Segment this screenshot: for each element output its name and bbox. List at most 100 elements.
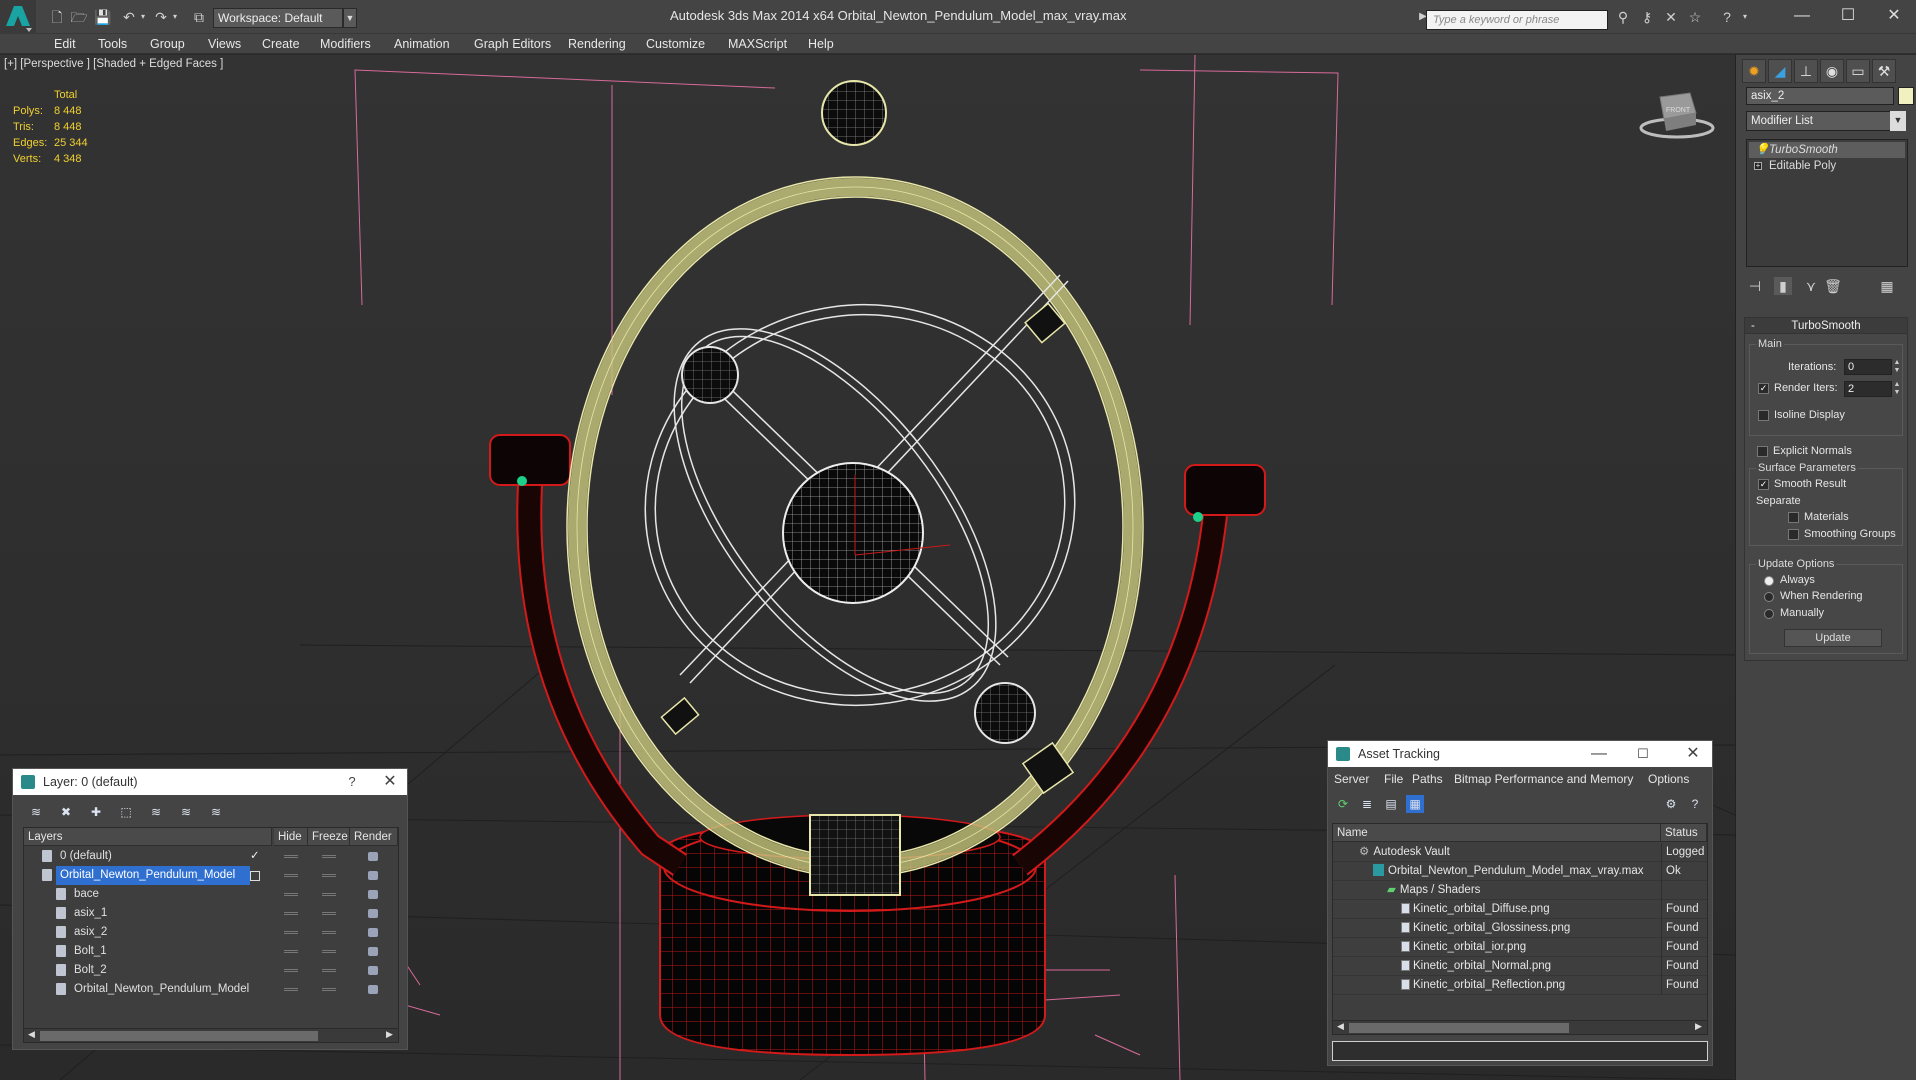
asset-row[interactable]: Kinetic_orbital_Glossiness.png Found — [1333, 919, 1707, 938]
layer-row[interactable]: 0 (default) ✓ — [24, 847, 398, 866]
render-iters-spinner[interactable]: 2 — [1844, 381, 1892, 397]
column-render[interactable]: Render — [350, 828, 398, 846]
refresh-icon[interactable]: ⟳ — [1334, 795, 1352, 813]
asset-row[interactable]: Kinetic_orbital_Reflection.png Found — [1333, 976, 1707, 995]
column-status[interactable]: Status — [1661, 824, 1707, 842]
column-layers[interactable]: Layers — [24, 828, 272, 846]
app-logo-button[interactable] — [0, 0, 36, 34]
binoculars-icon[interactable]: ⚲ — [1614, 8, 1632, 26]
render-teapot-icon[interactable] — [368, 966, 378, 975]
asset-row[interactable]: ⚙ Autodesk Vault Logged — [1333, 843, 1707, 862]
delete-layer-icon[interactable]: ✖ — [57, 803, 75, 821]
menu-rendering[interactable]: Rendering — [568, 37, 626, 51]
redo-dropdown-icon[interactable]: ▾ — [166, 8, 184, 26]
render-teapot-icon[interactable] — [368, 890, 378, 899]
show-end-result-icon[interactable]: ▮ — [1774, 277, 1792, 295]
render-teapot-icon[interactable] — [368, 928, 378, 937]
column-hide[interactable]: Hide — [274, 828, 308, 846]
close-icon[interactable]: ✕ — [1874, 4, 1914, 28]
column-name[interactable]: Name — [1333, 824, 1661, 842]
modify-tab-icon[interactable]: ◢ — [1768, 59, 1792, 83]
freeze-all-icon[interactable]: ≋ — [207, 803, 225, 821]
smooth-result-checkbox[interactable]: ✓ — [1758, 479, 1769, 490]
asset-window-titlebar[interactable]: Asset Tracking — ☐ ✕ — [1328, 741, 1712, 767]
save-file-icon[interactable]: 💾 — [94, 8, 112, 26]
freeze-toggle-icon[interactable] — [322, 950, 336, 953]
layer-name[interactable]: Bolt_2 — [70, 961, 111, 980]
new-layer-icon[interactable]: ≋ — [27, 803, 45, 821]
asset-row[interactable]: ▰ Maps / Shaders — [1333, 881, 1707, 900]
layer-row[interactable]: Bolt_2 — [24, 961, 398, 980]
minimize-icon[interactable]: — — [1782, 4, 1822, 28]
layer-name[interactable]: Orbital_Newton_Pendulum_Model — [70, 980, 253, 999]
explicit-normals-checkbox[interactable] — [1757, 446, 1768, 457]
scroll-right-icon[interactable]: ▶ — [386, 1029, 393, 1040]
menu-customize[interactable]: Customize — [646, 37, 705, 51]
scroll-left-icon[interactable]: ◀ — [1337, 1021, 1344, 1032]
expand-plus-icon[interactable]: + — [1754, 162, 1762, 170]
render-teapot-icon[interactable] — [368, 871, 378, 880]
new-file-icon[interactable]: 🗋 — [48, 8, 66, 26]
viewport-label-menu[interactable]: [+] [Perspective ] [Shaded + Edged Faces… — [4, 58, 223, 70]
menu-server[interactable]: Server — [1334, 772, 1369, 786]
column-freeze[interactable]: Freeze — [308, 828, 350, 846]
create-tab-icon[interactable]: ✹ — [1742, 59, 1766, 83]
manually-radio[interactable] — [1764, 609, 1774, 619]
key-icon[interactable]: ⚷ — [1638, 8, 1656, 26]
menu-paths[interactable]: Paths — [1412, 772, 1443, 786]
rollout-header[interactable]: - TurboSmooth — [1745, 318, 1907, 334]
stack-item-turbosmooth[interactable]: 💡 TurboSmooth — [1749, 142, 1905, 158]
display-tab-icon[interactable]: ▭ — [1846, 59, 1870, 83]
freeze-toggle-icon[interactable] — [322, 855, 336, 858]
minimize-icon[interactable]: — — [1584, 741, 1614, 767]
hide-toggle-icon[interactable] — [284, 893, 298, 896]
resolve-icon[interactable]: ⚙ — [1662, 795, 1680, 813]
freeze-toggle-icon[interactable] — [322, 874, 336, 877]
favorites-star-icon[interactable]: ☆ — [1686, 8, 1704, 26]
utilities-tab-icon[interactable]: ⚒ — [1872, 59, 1896, 83]
motion-tab-icon[interactable]: ◉ — [1820, 59, 1844, 83]
menu-tools[interactable]: Tools — [98, 37, 127, 51]
menu-animation[interactable]: Animation — [394, 37, 450, 51]
detail-view-icon[interactable]: ▤ — [1382, 795, 1400, 813]
layer-name[interactable]: Orbital_Newton_Pendulum_Model — [56, 866, 250, 885]
materials-checkbox[interactable] — [1788, 512, 1799, 523]
when-rendering-radio[interactable] — [1764, 592, 1774, 602]
configure-sets-icon[interactable]: ▦ — [1878, 277, 1896, 295]
menu-modifiers[interactable]: Modifiers — [320, 37, 371, 51]
chevron-down-icon[interactable]: ▼ — [1890, 111, 1906, 131]
object-name-field[interactable]: asix_2 — [1746, 87, 1894, 105]
modifier-list-dropdown[interactable]: Modifier List — [1746, 111, 1906, 131]
iterations-spinner[interactable]: 0 — [1844, 359, 1892, 375]
select-objects-icon[interactable]: ⬚ — [117, 803, 135, 821]
workspace-dropdown[interactable]: Workspace: Default — [213, 8, 343, 28]
horizontal-scrollbar[interactable]: ◀ ▶ — [1333, 1020, 1707, 1034]
render-teapot-icon[interactable] — [368, 909, 378, 918]
freeze-toggle-icon[interactable] — [322, 912, 336, 915]
highlight-layer-icon[interactable]: ≋ — [147, 803, 165, 821]
render-iters-checkbox[interactable]: ✓ — [1758, 383, 1769, 394]
hide-all-icon[interactable]: ≋ — [177, 803, 195, 821]
workspace-menu-arrow-icon[interactable]: ▼ — [343, 8, 357, 28]
asset-row[interactable]: Kinetic_orbital_ior.png Found — [1333, 938, 1707, 957]
smoothing-groups-checkbox[interactable] — [1788, 529, 1799, 540]
lightbulb-icon[interactable]: 💡 — [1755, 142, 1769, 158]
freeze-toggle-icon[interactable] — [322, 931, 336, 934]
menu-options[interactable]: Options — [1648, 772, 1689, 786]
horizontal-scrollbar[interactable]: ◀ ▶ — [24, 1028, 398, 1042]
asset-row[interactable]: Kinetic_orbital_Diffuse.png Found — [1333, 900, 1707, 919]
layer-name[interactable]: bace — [70, 885, 103, 904]
menu-create[interactable]: Create — [262, 37, 300, 51]
menu-edit[interactable]: Edit — [54, 37, 76, 51]
layer-name[interactable]: asix_1 — [70, 904, 111, 923]
table-view-icon[interactable]: ▦ — [1406, 795, 1424, 813]
open-file-icon[interactable]: 🗁 — [70, 8, 88, 26]
menu-group[interactable]: Group — [150, 37, 185, 51]
hierarchy-tab-icon[interactable]: ⊥ — [1794, 59, 1818, 83]
asset-row[interactable]: Orbital_Newton_Pendulum_Model_max_vray.m… — [1333, 862, 1707, 881]
maximize-icon[interactable]: ☐ — [1828, 4, 1868, 28]
scroll-thumb[interactable] — [40, 1031, 318, 1041]
close-icon[interactable]: ✕ — [1678, 741, 1708, 767]
menu-file[interactable]: File — [1384, 772, 1403, 786]
hide-toggle-icon[interactable] — [284, 969, 298, 972]
